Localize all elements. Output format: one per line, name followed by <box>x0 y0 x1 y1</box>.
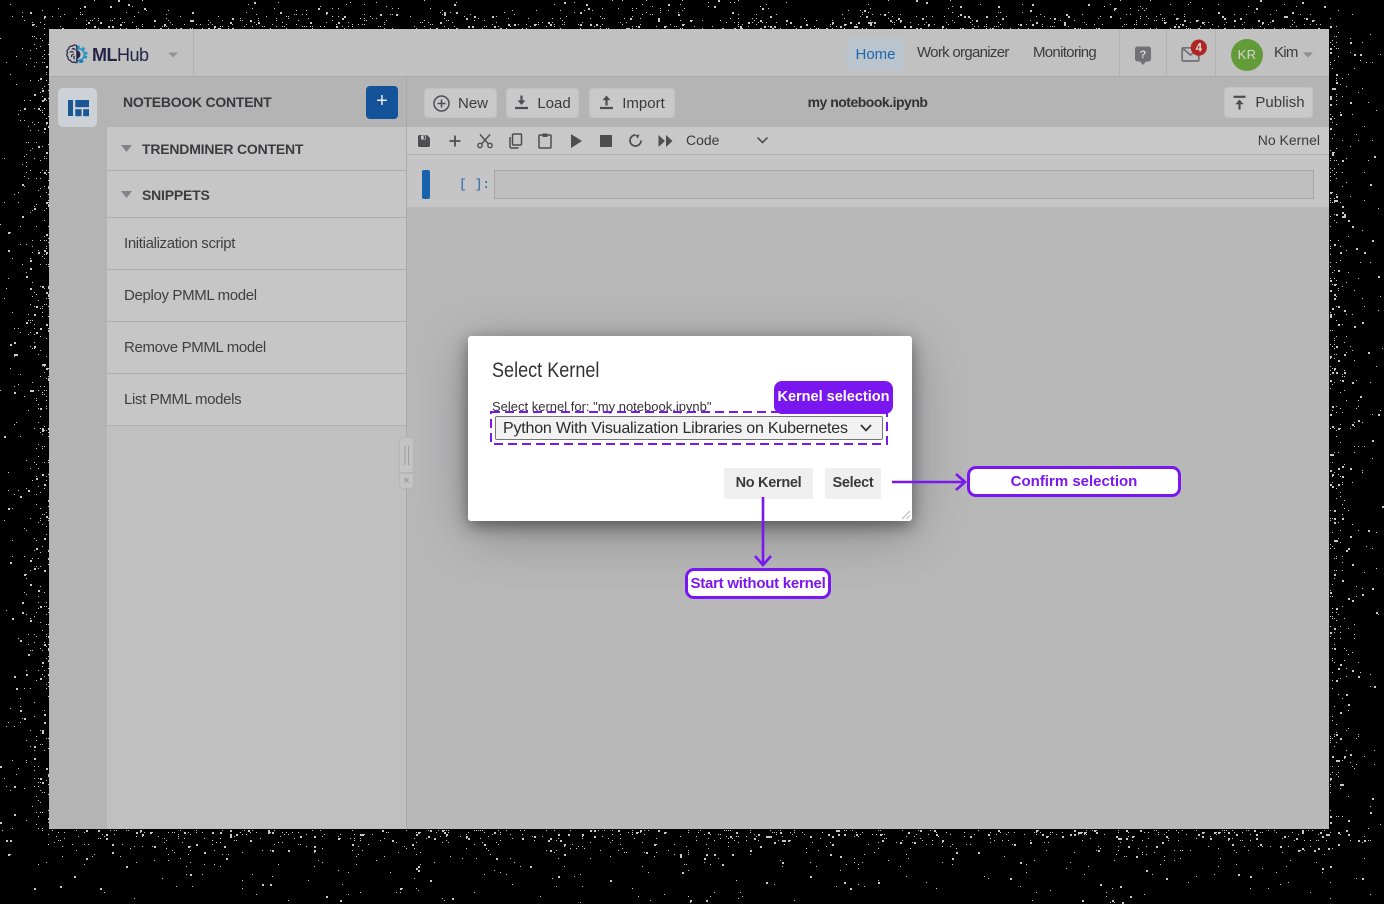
svg-text:?: ? <box>1140 49 1147 61</box>
svg-text:4: 4 <box>1196 43 1203 55</box>
